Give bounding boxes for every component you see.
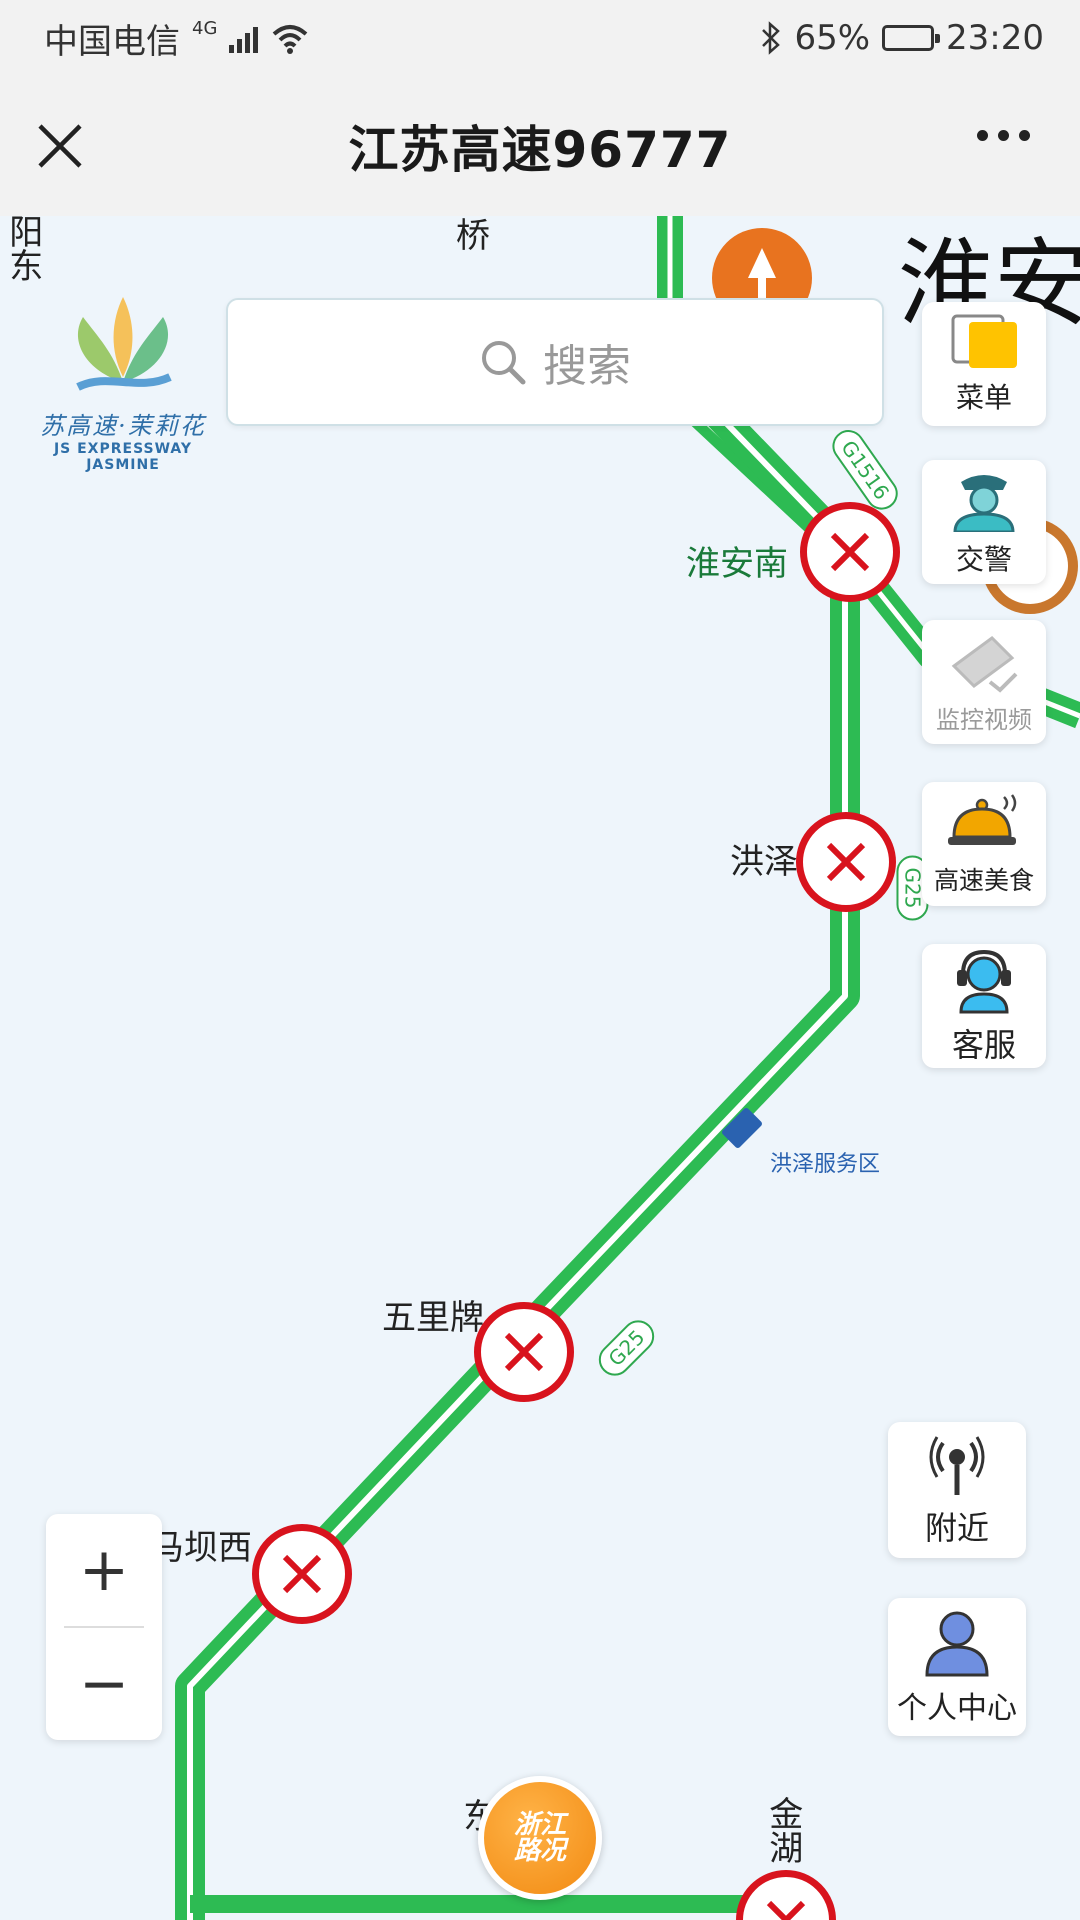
- closed-x-icon: [826, 842, 866, 882]
- zoom-out-button[interactable]: −: [46, 1628, 162, 1740]
- menu-icon: [951, 314, 1017, 368]
- road-g25: [175, 381, 860, 1920]
- camera-video-button[interactable]: 监控视频: [922, 620, 1046, 744]
- place-hongze: 洪泽: [730, 842, 798, 882]
- zoom-out-label: −: [78, 1649, 130, 1719]
- nearby-button[interactable]: 附近: [888, 1422, 1026, 1558]
- closure-hongze[interactable]: [796, 812, 896, 912]
- more-dot: [977, 130, 988, 141]
- camera-icon: [951, 635, 1018, 693]
- more-dot: [998, 130, 1009, 141]
- search-icon: [482, 341, 526, 385]
- status-bar: 中国电信 4G 65% 23:20: [0, 0, 1080, 76]
- zhejiang-traffic-button[interactable]: 浙江路况: [478, 1776, 602, 1900]
- user-center-button[interactable]: 个人中心: [888, 1598, 1026, 1736]
- nearby-label: 附近: [924, 1509, 989, 1547]
- closed-x-icon: [282, 1554, 322, 1594]
- carrier-name: 中国电信: [44, 21, 180, 62]
- highway-food-label: 高速美食: [933, 866, 1034, 895]
- more-dot: [1019, 130, 1030, 141]
- status-left: 中国电信 4G: [44, 14, 310, 63]
- closure-huaian-nan[interactable]: [800, 502, 900, 602]
- food-cloche-icon: [948, 794, 1017, 845]
- closure-wulipai[interactable]: [474, 1302, 574, 1402]
- signal-icon: [229, 23, 259, 53]
- closure-mabaxi[interactable]: [252, 1524, 352, 1624]
- zoom-controls: + −: [46, 1514, 162, 1740]
- map-view[interactable]: 阳东 桥 淮安 淮安南 洪泽 洪泽服务区 五里牌 马坝西 东 金湖 G1516 …: [0, 216, 1080, 1920]
- place-jinhu: 金湖: [762, 1796, 803, 1864]
- zoom-in-label: +: [78, 1535, 130, 1605]
- nearby-signal-icon: [929, 1436, 985, 1495]
- zhejiang-traffic-label: 浙江路况: [513, 1810, 566, 1866]
- place-qiao: 桥: [456, 216, 490, 256]
- clock: 23:20: [946, 18, 1044, 58]
- traffic-police-label: 交警: [955, 543, 1012, 576]
- user-icon: [925, 1611, 989, 1677]
- highway-food-button[interactable]: 高速美食: [922, 782, 1046, 906]
- place-yangdong: 阳东: [2, 216, 43, 282]
- page-title: 江苏高速96777: [348, 121, 732, 179]
- search-placeholder: 搜索: [543, 341, 631, 392]
- customer-service-label: 客服: [951, 1026, 1016, 1064]
- customer-service-icon: [957, 949, 1011, 1014]
- search-input[interactable]: 搜索: [226, 298, 884, 426]
- brand-logo: 苏高速·茉莉花 JS EXPRESSWAY JASMINE: [28, 292, 218, 473]
- closed-x-icon: [830, 532, 870, 572]
- title-bar: 江苏高速96777: [0, 76, 1080, 216]
- side-menu-button[interactable]: 菜单: [922, 302, 1046, 426]
- place-hongze-service: 洪泽服务区: [770, 1152, 881, 1177]
- wifi-icon: [273, 25, 308, 54]
- status-right: 65% 23:20: [760, 18, 1044, 58]
- bluetooth-icon: [762, 21, 781, 55]
- battery-percent: 65%: [794, 18, 871, 58]
- place-wulipai: 五里牌: [382, 1298, 484, 1338]
- place-huaian-nan: 淮安南: [686, 544, 788, 584]
- user-center-label: 个人中心: [897, 1691, 1017, 1726]
- jasmine-logo-icon: [76, 297, 172, 391]
- logo-text-cn: 苏高速·茉莉花: [40, 412, 206, 440]
- side-menu-label: 菜单: [955, 381, 1012, 414]
- more-options-button[interactable]: [977, 130, 1030, 141]
- close-icon[interactable]: [32, 118, 88, 174]
- traffic-police-button[interactable]: 交警: [922, 460, 1046, 584]
- battery-icon: [882, 25, 941, 51]
- camera-video-label: 监控视频: [936, 705, 1032, 734]
- place-mabaxi: 马坝西: [150, 1528, 252, 1568]
- logo-text-en: JS EXPRESSWAY JASMINE: [53, 441, 193, 473]
- closed-x-icon: [766, 1900, 806, 1920]
- zoom-in-button[interactable]: +: [46, 1514, 162, 1626]
- closed-x-icon: [504, 1332, 544, 1372]
- traffic-police-icon: [953, 475, 1015, 532]
- network-type: 4G: [192, 17, 218, 39]
- customer-service-button[interactable]: 客服: [922, 944, 1046, 1068]
